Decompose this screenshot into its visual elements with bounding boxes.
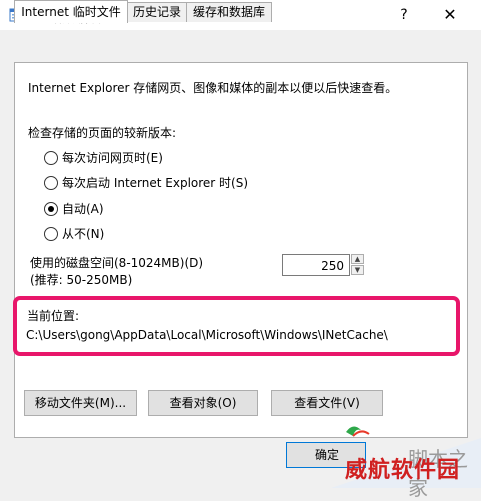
tab-label: Internet 临时文件 — [21, 5, 121, 19]
tab-label: 历史记录 — [132, 5, 181, 19]
spin-up-icon[interactable]: ▲ — [351, 254, 364, 264]
disk-space-label-line2: (推荐: 50-250MB) — [30, 273, 133, 287]
check-versions-label: 检查存储的页面的较新版本: — [28, 126, 177, 140]
close-icon: ✕ — [443, 5, 457, 24]
spin-down-icon[interactable]: ▼ — [351, 265, 364, 275]
help-button[interactable]: ? — [392, 5, 416, 25]
tab-temp-files[interactable]: Internet 临时文件 — [14, 0, 128, 23]
watermark-text-primary: 威航软件园 — [345, 458, 461, 483]
radio-label: 每次访问网页时(E) — [62, 151, 163, 165]
description-text: Internet Explorer 存储网页、图像和媒体的副本以便以后快速查看。 — [28, 81, 398, 95]
radio-button[interactable] — [44, 151, 58, 165]
tab-label: 缓存和数据库 — [192, 5, 265, 19]
radio-button-checked[interactable] — [44, 202, 58, 216]
radio-label: 自动(A) — [62, 202, 104, 216]
tab-history[interactable]: 历史记录 — [126, 2, 188, 22]
location-highlight-frame — [13, 296, 460, 356]
view-files-button[interactable]: 查看文件(V) — [271, 390, 383, 416]
close-button[interactable]: ✕ — [428, 2, 472, 28]
current-location-label: 当前位置: — [27, 309, 80, 323]
view-objects-button[interactable]: 查看对象(O) — [148, 390, 258, 416]
disk-space-label: 使用的磁盘空间(8-1024MB)(D) (推荐: 50-250MB) — [30, 255, 203, 289]
radio-button[interactable] — [44, 227, 58, 241]
disk-space-input[interactable]: 250 — [282, 254, 350, 276]
radio-label: 每次启动 Internet Explorer 时(S) — [62, 176, 249, 190]
disk-space-label-line1: 使用的磁盘空间(8-1024MB)(D) — [30, 256, 204, 270]
disk-space-stepper[interactable]: ▲ ▼ — [351, 254, 364, 276]
tab-panel — [14, 62, 468, 438]
move-folder-button[interactable]: 移动文件夹(M)... — [24, 390, 137, 416]
radio-button[interactable] — [44, 176, 58, 190]
tab-caches-databases[interactable]: 缓存和数据库 — [186, 2, 272, 22]
current-location-path: C:\Users\gong\AppData\Local\Microsoft\Wi… — [26, 328, 388, 342]
radio-label: 从不(N) — [62, 227, 105, 241]
